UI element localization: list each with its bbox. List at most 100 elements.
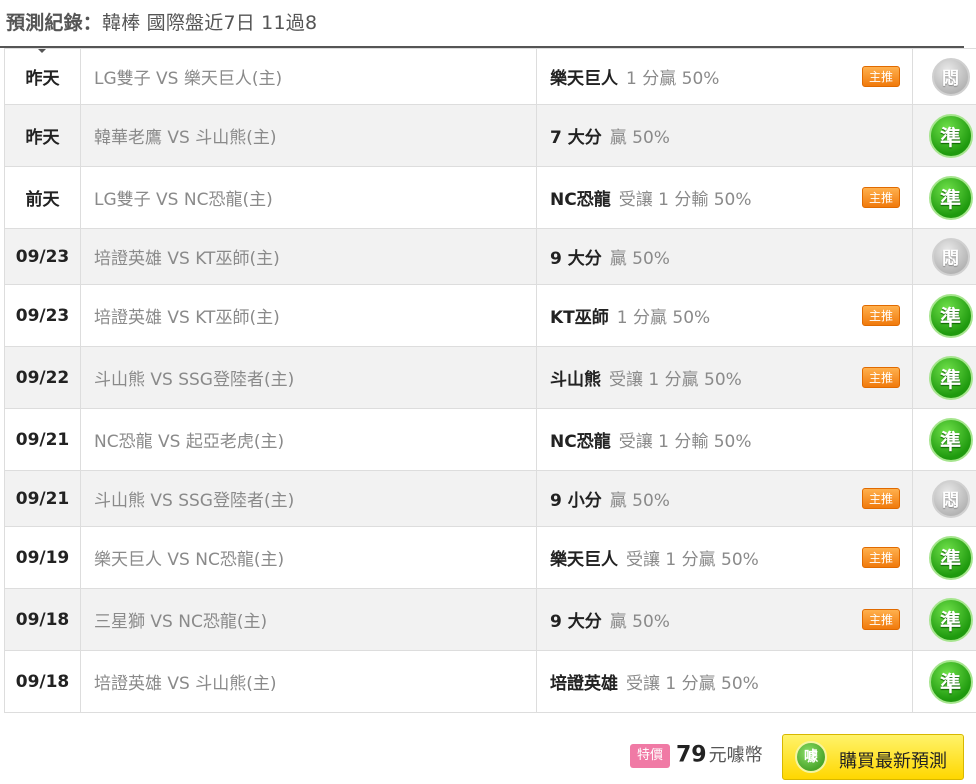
price-value: 79 bbox=[676, 742, 707, 768]
row-result: 準 bbox=[912, 650, 976, 713]
row-result: 準 bbox=[912, 408, 976, 471]
row-match: 斗山熊 VS SSG登陸者(主) bbox=[80, 346, 537, 409]
pick-detail: 贏 50% bbox=[609, 249, 670, 269]
row-pick: NC恐龍 受讓 1 分輸 50% 主推 bbox=[536, 166, 913, 229]
pick-name: 9 小分 bbox=[550, 491, 602, 511]
pick-name: 9 大分 bbox=[550, 249, 602, 269]
row-date: 09/19 bbox=[4, 526, 81, 589]
row-date: 09/23 bbox=[4, 228, 81, 285]
result-miss-icon: 悶 bbox=[931, 57, 970, 96]
result-correct-icon: 準 bbox=[928, 113, 973, 158]
buy-latest-prediction-button[interactable]: 噱 購買最新預測 bbox=[782, 734, 964, 780]
pick-name: NC恐龍 bbox=[550, 432, 611, 452]
pick-detail: 贏 50% bbox=[609, 128, 670, 148]
featured-tag: 主推 bbox=[862, 186, 900, 208]
pick-detail: 受讓 1 分贏 50% bbox=[626, 550, 759, 570]
row-pick: 9 大分贏 50% bbox=[536, 228, 913, 285]
pick-detail: 1 分贏 50% bbox=[616, 308, 711, 328]
pick-name: NC恐龍 bbox=[550, 190, 611, 210]
row-result: 悶 bbox=[912, 228, 976, 285]
table-row: 09/18 三星獅 VS NC恐龍(主) 9 大分贏 50% 主推 準 bbox=[4, 588, 976, 651]
row-pick: 7 大分贏 50% bbox=[536, 104, 913, 167]
table-row: 昨天 韓華老鷹 VS 斗山熊(主) 7 大分贏 50% 準 bbox=[4, 104, 976, 167]
row-pick: 樂天巨人 受讓 1 分贏 50% 主推 bbox=[536, 526, 913, 589]
price-unit: 元噱幣 bbox=[708, 744, 763, 766]
table-row: 昨天 LG雙子 VS 樂天巨人(主) 樂天巨人 1 分贏 50% 主推 悶 bbox=[4, 48, 976, 105]
row-match: NC恐龍 VS 起亞老虎(主) bbox=[80, 408, 537, 471]
title-text: 韓棒 國際盤近7日 11過8 bbox=[102, 12, 318, 34]
title-label: 預測紀錄： bbox=[6, 12, 103, 34]
result-miss-icon: 悶 bbox=[931, 237, 970, 276]
pick-name: 斗山熊 bbox=[550, 370, 601, 390]
row-result: 準 bbox=[912, 526, 976, 589]
row-date: 前天 bbox=[4, 166, 81, 229]
pick-name: 培證英雄 bbox=[550, 674, 618, 694]
pick-detail: 贏 50% bbox=[609, 612, 670, 632]
pick-detail: 1 分贏 50% bbox=[626, 69, 720, 89]
row-date: 09/21 bbox=[4, 408, 81, 471]
special-price-badge: 特價 bbox=[630, 743, 670, 768]
pick-name: 樂天巨人 bbox=[550, 69, 618, 89]
row-match: 培證英雄 VS KT巫師(主) bbox=[80, 228, 537, 285]
row-match: LG雙子 VS NC恐龍(主) bbox=[80, 166, 537, 229]
result-correct-icon: 準 bbox=[928, 659, 973, 704]
table-row: 09/18 培證英雄 VS 斗山熊(主) 培證英雄 受讓 1 分贏 50% 準 bbox=[4, 650, 976, 713]
pick-name: 樂天巨人 bbox=[550, 550, 618, 570]
row-pick: 斗山熊 受讓 1 分贏 50% 主推 bbox=[536, 346, 913, 409]
featured-tag: 主推 bbox=[862, 304, 900, 326]
row-result: 悶 bbox=[912, 470, 976, 527]
price-info: 特價 79 元噱幣 bbox=[630, 738, 763, 772]
result-correct-icon: 準 bbox=[928, 597, 973, 642]
pick-name: 7 大分 bbox=[550, 128, 602, 148]
row-pick: NC恐龍 受讓 1 分輸 50% bbox=[536, 408, 913, 471]
row-match: 斗山熊 VS SSG登陸者(主) bbox=[80, 470, 537, 527]
pick-detail: 受讓 1 分輸 50% bbox=[618, 432, 752, 452]
featured-tag: 主推 bbox=[862, 366, 900, 388]
row-match: 三星獅 VS NC恐龍(主) bbox=[80, 588, 537, 651]
row-match: 培證英雄 VS KT巫師(主) bbox=[80, 284, 537, 347]
result-correct-icon: 準 bbox=[928, 175, 973, 220]
row-match: 培證英雄 VS 斗山熊(主) bbox=[80, 650, 537, 713]
row-result: 準 bbox=[912, 104, 976, 167]
result-correct-icon: 準 bbox=[928, 355, 973, 400]
coin-icon: 噱 bbox=[795, 741, 827, 773]
row-result: 準 bbox=[912, 346, 976, 409]
featured-tag: 主推 bbox=[862, 487, 900, 509]
pick-detail: 贏 50% bbox=[609, 491, 670, 511]
featured-tag: 主推 bbox=[862, 546, 900, 568]
row-pick: 樂天巨人 1 分贏 50% 主推 bbox=[536, 48, 913, 105]
row-result: 準 bbox=[912, 284, 976, 347]
row-pick: 培證英雄 受讓 1 分贏 50% bbox=[536, 650, 913, 713]
featured-tag: 主推 bbox=[862, 608, 900, 630]
pick-name: 9 大分 bbox=[550, 612, 602, 632]
records-table: 昨天 LG雙子 VS 樂天巨人(主) 樂天巨人 1 分贏 50% 主推悶昨天 韓華老鷹 V… bbox=[4, 48, 976, 713]
row-pick: 9 大分贏 50% 主推 bbox=[536, 588, 913, 651]
row-date: 昨天 bbox=[4, 48, 81, 105]
row-match: LG雙子 VS 樂天巨人(主) bbox=[80, 48, 537, 105]
pick-detail: 受讓 1 分贏 50% bbox=[626, 674, 759, 694]
buy-button-label: 購買最新預測 bbox=[839, 751, 947, 772]
row-date: 09/18 bbox=[4, 588, 81, 651]
pick-detail: 受讓 1 分贏 50% bbox=[609, 370, 742, 390]
row-result: 準 bbox=[912, 588, 976, 651]
row-match: 韓華老鷹 VS 斗山熊(主) bbox=[80, 104, 537, 167]
table-row: 09/23 培證英雄 VS KT巫師(主) KT巫師 1 分贏 50% 主推 準 bbox=[4, 284, 976, 347]
result-correct-icon: 準 bbox=[928, 293, 973, 338]
result-correct-icon: 準 bbox=[928, 535, 973, 580]
row-date: 09/23 bbox=[4, 284, 81, 347]
records-body: 昨天 LG雙子 VS 樂天巨人(主) 樂天巨人 1 分贏 50% 主推悶昨天 韓華老鷹 V… bbox=[4, 48, 976, 713]
row-pick: KT巫師 1 分贏 50% 主推 bbox=[536, 284, 913, 347]
table-row: 09/22 斗山熊 VS SSG登陸者(主) 斗山熊 受讓 1 分贏 50% 主推 準 bbox=[4, 346, 976, 409]
row-date: 昨天 bbox=[4, 104, 81, 167]
row-date: 09/21 bbox=[4, 470, 81, 527]
table-row: 前天 LG雙子 VS NC恐龍(主) NC恐龍 受讓 1 分輸 50% 主推 準 bbox=[4, 166, 976, 229]
page-title: 預測紀錄：韓棒 國際盤近7日 11過8 bbox=[6, 8, 317, 35]
pick-detail: 受讓 1 分輸 50% bbox=[618, 190, 752, 210]
row-result: 準 bbox=[912, 166, 976, 229]
table-row: 09/21 NC恐龍 VS 起亞老虎(主) NC恐龍 受讓 1 分輸 50% 準 bbox=[4, 408, 976, 471]
result-correct-icon: 準 bbox=[928, 417, 973, 462]
row-match: 樂天巨人 VS NC恐龍(主) bbox=[80, 526, 537, 589]
pick-name: KT巫師 bbox=[550, 308, 609, 328]
row-result: 悶 bbox=[912, 48, 976, 105]
table-row: 09/21 斗山熊 VS SSG登陸者(主) 9 小分贏 50% 主推 悶 bbox=[4, 470, 976, 527]
